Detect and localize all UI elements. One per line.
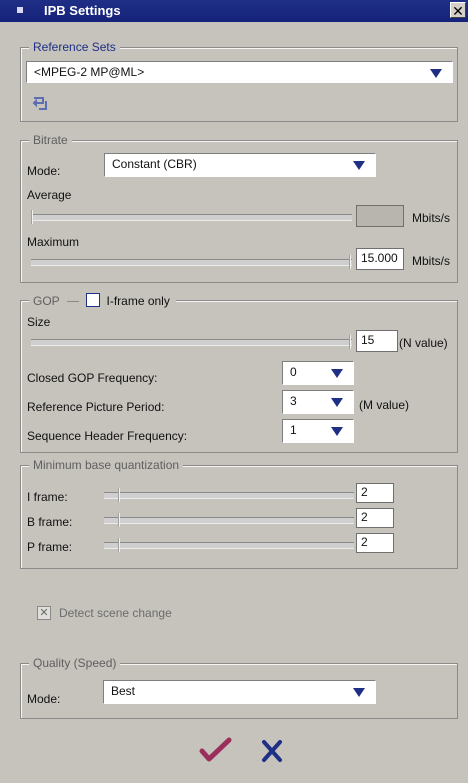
maximum-unit: Mbits/s [412, 254, 451, 268]
gop-title: GOP [33, 294, 60, 308]
bitrate-group: Bitrate Mode: Constant (CBR) Average Mbi… [20, 133, 458, 283]
chevron-down-icon [353, 161, 365, 170]
seq-header-label: Sequence Header Frequency: [27, 429, 188, 443]
close-icon: ✕ [452, 3, 464, 19]
gop-size-slider-thumb[interactable] [349, 335, 351, 349]
p-frame-label: P frame: [27, 540, 73, 554]
gop-group: GOP I-frame only Size 15 (N value) Close… [20, 293, 458, 453]
p-frame-slider[interactable] [104, 538, 354, 552]
quality-group: Quality (Speed) Mode: Best [20, 656, 458, 719]
b-frame-slider-thumb[interactable] [118, 513, 120, 527]
closed-gop-value: 0 [290, 365, 297, 379]
x-icon [262, 740, 282, 762]
seq-header-select[interactable]: 1 [282, 419, 354, 443]
gop-size-slider[interactable] [31, 335, 352, 349]
window-icon [17, 7, 23, 13]
ref-picture-select[interactable]: 3 [282, 390, 354, 414]
gop-legend: GOP I-frame only [29, 293, 176, 308]
p-frame-field[interactable]: 2 [356, 533, 394, 553]
p-frame-slider-thumb[interactable] [118, 538, 120, 552]
seq-header-value: 1 [290, 423, 297, 437]
closed-gop-select[interactable]: 0 [282, 361, 354, 385]
gop-size-label: Size [27, 315, 51, 329]
close-button[interactable]: ✕ [450, 2, 466, 19]
maximum-label: Maximum [27, 235, 80, 249]
bitrate-mode-value: Constant (CBR) [112, 157, 197, 171]
title-bar[interactable]: IPB Settings ✕ [0, 0, 468, 22]
average-value-field[interactable] [356, 205, 404, 227]
detect-scene-change-row[interactable]: ✕ Detect scene change [37, 605, 237, 623]
ref-picture-unit: (M value) [359, 398, 410, 412]
closed-gop-label: Closed GOP Frequency: [27, 371, 158, 385]
bitrate-legend: Bitrate [29, 133, 72, 147]
b-frame-label: B frame: [27, 515, 73, 529]
average-slider[interactable] [31, 210, 352, 224]
iframe-only-label[interactable]: I-frame only [107, 294, 170, 308]
chevron-down-icon [331, 369, 343, 378]
b-frame-slider[interactable] [104, 513, 354, 527]
average-unit: Mbits/s [412, 211, 451, 225]
chevron-down-icon [331, 398, 343, 407]
ipb-settings-window: IPB Settings ✕ Reference Sets <MPEG-2 MP… [0, 0, 468, 783]
bitrate-mode-label: Mode: [27, 164, 61, 178]
detect-scene-change-checkbox[interactable]: ✕ [37, 606, 51, 620]
reset-button[interactable] [31, 95, 51, 113]
ref-picture-value: 3 [290, 394, 297, 408]
reset-icon [32, 97, 47, 110]
bitrate-mode-select[interactable]: Constant (CBR) [104, 153, 376, 177]
cancel-button[interactable] [258, 737, 286, 765]
maximum-slider[interactable] [31, 255, 352, 269]
i-frame-label: I frame: [27, 490, 68, 504]
ref-picture-label: Reference Picture Period: [27, 400, 165, 414]
detect-scene-change-label: Detect scene change [59, 606, 172, 620]
reference-set-value: <MPEG-2 MP@ML> [34, 65, 145, 79]
gop-size-unit: (N value) [399, 336, 448, 350]
chevron-down-icon [430, 69, 442, 78]
quality-mode-select[interactable]: Best [103, 680, 376, 704]
reference-sets-legend: Reference Sets [29, 40, 120, 54]
quality-mode-value: Best [111, 684, 136, 698]
legend-separator [66, 301, 79, 303]
reference-sets-group: Reference Sets <MPEG-2 MP@ML> [20, 40, 458, 122]
i-frame-slider-thumb[interactable] [118, 488, 120, 502]
quantization-legend: Minimum base quantization [29, 458, 184, 472]
average-label: Average [27, 188, 72, 202]
chevron-down-icon [331, 427, 343, 436]
quantization-group: Minimum base quantization I frame: 2 B f… [20, 458, 458, 569]
gop-size-field[interactable]: 15 [356, 330, 398, 352]
maximum-value-field[interactable]: 15.000 [356, 248, 404, 270]
reference-set-select[interactable]: <MPEG-2 MP@ML> [26, 61, 453, 83]
checkmark-icon [199, 737, 232, 762]
iframe-only-checkbox[interactable] [86, 293, 101, 307]
i-frame-slider[interactable] [104, 488, 354, 502]
quality-mode-label: Mode: [27, 692, 61, 706]
quality-legend: Quality (Speed) [29, 656, 121, 670]
i-frame-field[interactable]: 2 [356, 483, 394, 503]
b-frame-field[interactable]: 2 [356, 508, 394, 528]
chevron-down-icon [353, 688, 365, 697]
average-slider-thumb[interactable] [31, 210, 33, 224]
maximum-slider-thumb[interactable] [349, 255, 351, 269]
ok-button[interactable] [199, 736, 233, 764]
window-title: IPB Settings [44, 3, 121, 18]
